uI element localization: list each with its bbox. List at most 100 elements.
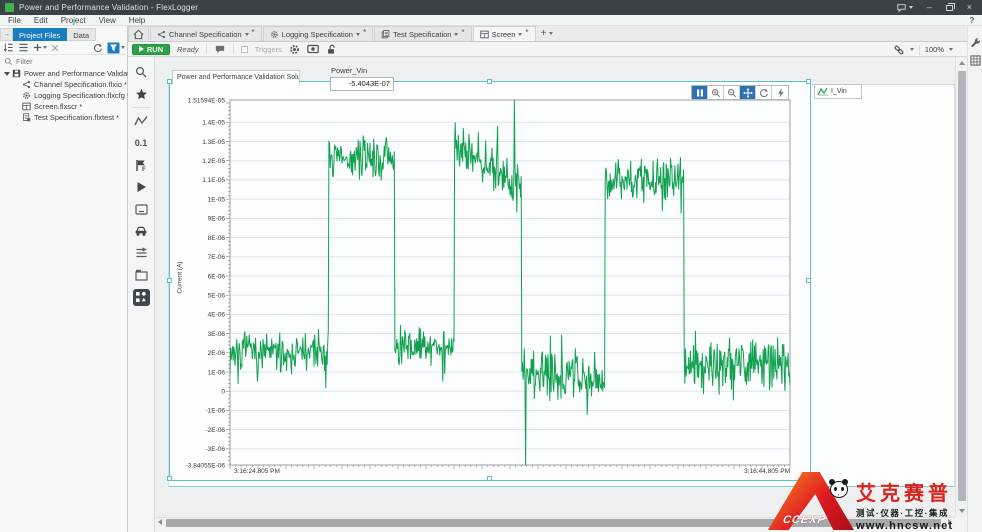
delete-button[interactable]: [51, 44, 59, 52]
vertical-scrollbar[interactable]: [955, 57, 967, 517]
svg-text:1.51594E-05: 1.51594E-05: [188, 97, 226, 104]
palette-slider-widget-icon[interactable]: [128, 242, 155, 264]
menu-view[interactable]: View: [99, 16, 116, 25]
menubar: File Edit Project View Help: [0, 15, 982, 26]
line-chart[interactable]: 1.51594E-051.4E-051.3E-051.2E-051.1E-051…: [170, 82, 810, 480]
palette-favorites-star-icon[interactable]: [128, 83, 155, 105]
svg-text:4E-06: 4E-06: [208, 312, 226, 319]
tab-label: Screen: [492, 30, 516, 39]
reset-zoom-button[interactable]: [756, 86, 772, 99]
horizontal-scrollbar[interactable]: [155, 517, 955, 527]
refresh-icon[interactable]: [93, 43, 103, 53]
add-tab-button[interactable]: +: [537, 26, 558, 41]
selection-handle[interactable]: [487, 79, 492, 84]
tab-screen[interactable]: Screen *: [473, 26, 536, 41]
capture-display-icon[interactable]: [307, 44, 319, 54]
svg-text:1E-06: 1E-06: [208, 369, 226, 376]
selection-handle[interactable]: [806, 476, 811, 481]
svg-text:1.3E-05: 1.3E-05: [202, 139, 225, 146]
filter-button[interactable]: [107, 42, 125, 54]
tree-item-channel-spec[interactable]: Channel Specification.flxio *: [0, 79, 128, 90]
zoom-out-button[interactable]: [724, 86, 740, 99]
palette-scaling-flag-icon[interactable]: F: [128, 154, 155, 176]
add-tab-caret-icon[interactable]: [549, 32, 553, 35]
tab-data[interactable]: Data: [67, 28, 96, 41]
graph-widget[interactable]: 1.51594E-051.4E-051.3E-051.2E-051.1E-051…: [170, 82, 810, 480]
scroll-right-button[interactable]: [945, 517, 955, 527]
tab-caret-icon[interactable]: [518, 33, 522, 36]
tree-item-test-spec[interactable]: Test Specification.flxtest *: [0, 112, 128, 123]
connect-icon[interactable]: [893, 44, 905, 56]
tab-caret-icon[interactable]: [245, 33, 249, 36]
menu-project[interactable]: Project: [61, 16, 86, 25]
restore-button[interactable]: [946, 5, 953, 11]
pause-button[interactable]: [692, 86, 708, 99]
tab-logging-specification[interactable]: Logging Specification *: [263, 26, 373, 41]
tab-caret-icon[interactable]: [356, 33, 360, 36]
feedback-icon[interactable]: [896, 3, 913, 13]
palette-numeric-widget-icon[interactable]: 0.1: [128, 132, 155, 154]
zoom-level-value: 100%: [925, 45, 944, 54]
tab-channel-specification[interactable]: Channel Specification *: [150, 26, 262, 41]
tree-item-logging-spec[interactable]: Logging Specification.flxcfg *: [0, 90, 128, 101]
dirty-indicator: *: [525, 28, 528, 37]
selection-handle[interactable]: [806, 79, 811, 84]
legend-widget[interactable]: I_Vin: [814, 84, 862, 99]
tab-home[interactable]: [128, 26, 149, 41]
triggers-checkbox[interactable]: [241, 46, 248, 53]
collapse-all-icon[interactable]: [3, 42, 14, 53]
palette-vehicle-widget-icon[interactable]: [128, 220, 155, 242]
palette-run-control-icon[interactable]: [128, 176, 155, 198]
dirty-indicator: *: [252, 28, 255, 37]
palette-widget-gallery-icon[interactable]: [128, 286, 155, 308]
channel-node-icon: [157, 30, 166, 39]
panel-grid-icon[interactable]: [970, 55, 981, 66]
palette-graph-widget-icon[interactable]: [128, 110, 155, 132]
connect-caret-icon[interactable]: [910, 48, 914, 51]
tab-caret-icon[interactable]: [454, 33, 458, 36]
pointer-mode-button[interactable]: [772, 86, 788, 99]
scroll-left-button[interactable]: [155, 517, 165, 527]
palette-image-widget-icon[interactable]: [128, 198, 155, 220]
collapse-panel-button[interactable]: →: [0, 28, 13, 41]
tab-test-specification[interactable]: Test Specification *: [374, 26, 472, 41]
menu-edit[interactable]: Edit: [34, 16, 48, 25]
palette-tab-widget-icon[interactable]: [128, 264, 155, 286]
screen-document-tab[interactable]: Power and Performance Validation Solutio…: [172, 70, 300, 85]
filter-input[interactable]: [16, 57, 116, 66]
tree-item-label: Logging Specification.flxcfg *: [34, 91, 128, 100]
list-view-icon[interactable]: [18, 42, 29, 53]
run-label: RUN: [147, 45, 163, 54]
menu-file[interactable]: File: [8, 16, 21, 25]
expand-caret-icon[interactable]: [4, 72, 10, 76]
wrench-icon[interactable]: [970, 38, 981, 49]
unlock-icon[interactable]: [326, 44, 336, 55]
menu-help[interactable]: Help: [129, 16, 145, 25]
comment-icon[interactable]: [214, 44, 226, 55]
svg-text:1.4E-05: 1.4E-05: [202, 120, 225, 127]
tree-item-screen[interactable]: Screen.flxscr *: [0, 101, 128, 112]
svg-text:-3E-06: -3E-06: [205, 446, 225, 453]
horizontal-scroll-thumb[interactable]: [166, 519, 941, 527]
zoom-in-button[interactable]: [708, 86, 724, 99]
settings-gear-icon[interactable]: [289, 44, 300, 55]
pan-button[interactable]: [740, 86, 756, 99]
selection-handle[interactable]: [167, 476, 172, 481]
svg-text:7E-06: 7E-06: [208, 254, 226, 261]
run-button[interactable]: RUN: [132, 44, 170, 55]
zoom-level-caret-icon[interactable]: [949, 48, 953, 51]
minimize-button[interactable]: –: [927, 0, 932, 15]
selection-handle[interactable]: [487, 476, 492, 481]
probe-value-box[interactable]: -5.4043E-07: [330, 77, 394, 91]
tab-label: Channel Specification: [169, 30, 242, 39]
vertical-scroll-thumb[interactable]: [958, 71, 966, 501]
selection-handle[interactable]: [806, 278, 811, 283]
tree-root[interactable]: Power and Performance Validatio...: [0, 68, 128, 79]
screen-canvas[interactable]: Power and Performance Validation Solutio…: [155, 57, 955, 517]
help-icon[interactable]: ?: [967, 16, 977, 26]
tab-project-files[interactable]: Project Files: [13, 28, 67, 41]
close-button[interactable]: ×: [967, 0, 972, 15]
selection-handle[interactable]: [167, 278, 172, 283]
add-button[interactable]: [33, 43, 47, 52]
palette-search-icon[interactable]: [128, 61, 155, 83]
